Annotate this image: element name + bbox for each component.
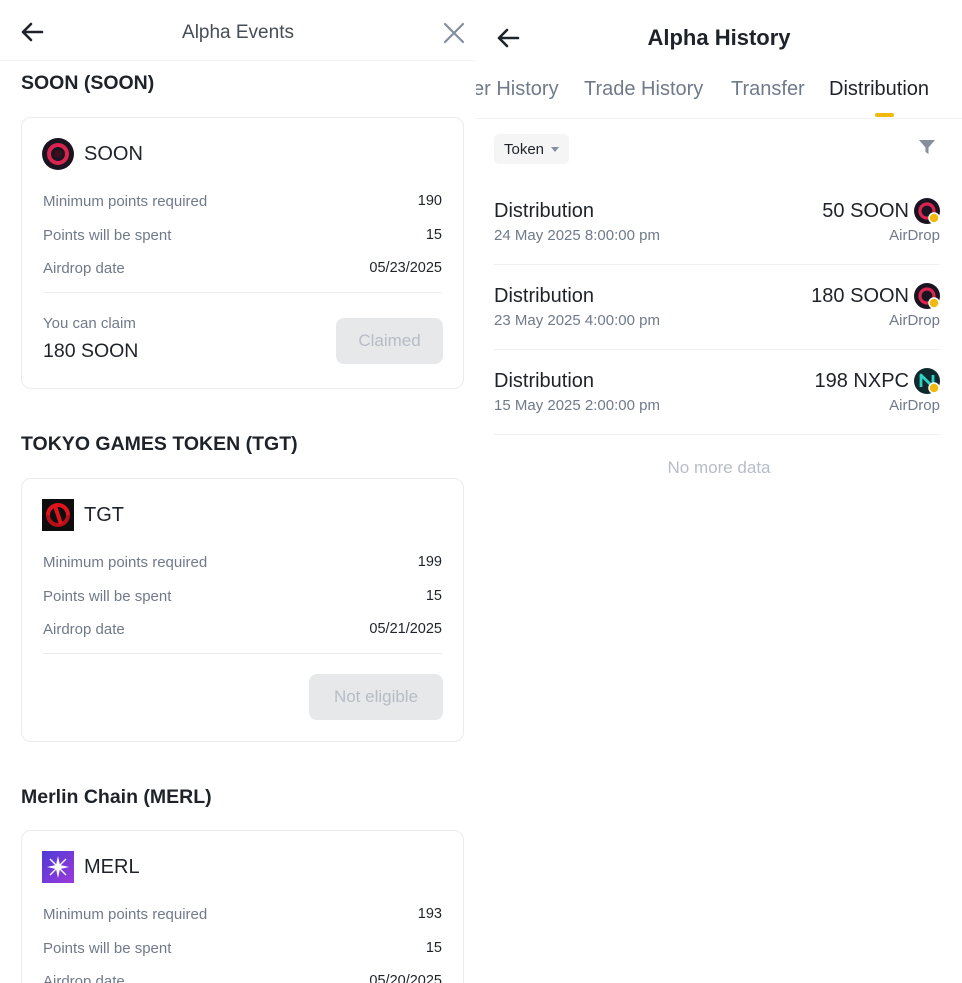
card-token-header: TGT [42,499,124,531]
points-spent-row: Points will be spent 15 [43,224,442,246]
row-label: Points will be spent [43,587,172,605]
caret-down-icon [551,146,560,152]
event-title-tgt: TOKYO GAMES TOKEN (TGT) [21,433,298,455]
row-value: 15 [425,227,442,243]
alpha-history-panel: Alpha History er History Trade History T… [476,0,962,983]
soon-token-icon [42,138,74,170]
row-value: 193 [417,906,442,922]
token-filter-dropdown[interactable]: Token [494,134,570,164]
claimed-button[interactable]: Claimed [336,318,443,364]
list-divider [494,264,940,265]
row-label: Points will be spent [43,939,172,957]
history-item[interactable]: Distribution 23 May 2025 4:00:00 pm 180 … [494,283,940,370]
list-divider [494,349,940,350]
min-points-row: Minimum points required 193 [43,903,442,925]
card-token-header: MERL [42,851,140,883]
tab-order-history[interactable]: er History [476,78,559,101]
token-filter-label: Token [504,140,545,158]
row-label: Airdrop date [43,620,125,638]
row-label: Minimum points required [43,905,208,923]
row-value: 190 [417,193,442,209]
row-value: 15 [425,588,442,604]
history-item[interactable]: Distribution 24 May 2025 8:00:00 pm 50 S… [494,198,940,285]
event-card-tgt: TGT Minimum points required 199 Points w… [21,478,464,742]
row-value: 199 [417,554,442,570]
airdrop-date-row: Airdrop date 05/23/2025 [43,257,442,279]
page-title: Alpha Events [182,22,294,43]
airdrop-date-row: Airdrop date 05/20/2025 [43,970,442,983]
token-name: TGT [84,503,124,526]
header-divider [0,60,476,61]
history-type: Distribution [494,285,595,307]
token-name: SOON [84,142,143,165]
soon-token-icon [914,283,940,309]
list-divider [494,434,940,435]
row-value: 15 [425,940,442,956]
alpha-events-panel: Alpha Events SOON (SOON) SOON Minimum po… [0,0,476,983]
min-points-row: Minimum points required 199 [43,551,442,573]
row-label: Minimum points required [43,192,208,210]
row-label: Airdrop date [43,259,125,277]
active-tab-indicator [875,113,894,117]
points-spent-row: Points will be spent 15 [43,585,442,607]
close-icon[interactable] [441,20,467,46]
event-title-soon: SOON (SOON) [21,72,155,94]
soon-token-icon [914,198,940,224]
row-value: 05/20/2025 [369,973,442,983]
card-divider [43,653,442,654]
min-points-row: Minimum points required 190 [43,190,442,212]
history-method: AirDrop [889,227,940,244]
merl-token-icon [42,851,74,883]
not-eligible-button[interactable]: Not eligible [309,674,443,720]
history-date: 23 May 2025 4:00:00 pm [494,312,660,329]
event-card-merl: MERL Minimum points required 193 Points … [21,830,464,983]
no-more-data-text: No more data [667,458,771,477]
nxpc-token-icon [914,368,940,394]
page-title: Alpha History [647,25,791,50]
tab-distribution[interactable]: Distribution [829,78,929,101]
tabs-divider [476,118,962,119]
claim-amount: 180 SOON [43,340,139,362]
event-card-soon: SOON Minimum points required 190 Points … [21,117,464,389]
row-label: Points will be spent [43,226,172,244]
token-name: MERL [84,855,140,878]
airdrop-date-row: Airdrop date 05/21/2025 [43,618,442,640]
history-item[interactable]: Distribution 15 May 2025 2:00:00 pm 198 … [494,368,940,455]
history-type: Distribution [494,200,595,222]
event-title-merl: Merlin Chain (MERL) [21,786,212,808]
row-label: Minimum points required [43,553,208,571]
history-method: AirDrop [889,312,940,329]
alpha-events-header: Alpha Events [0,0,476,62]
card-divider [43,292,442,293]
card-token-header: SOON [42,138,143,170]
history-method: AirDrop [889,397,940,414]
history-amount: 50 SOON [822,200,909,222]
row-label: Airdrop date [43,972,125,983]
claim-label: You can claim [43,315,136,332]
history-type: Distribution [494,370,595,392]
history-amount: 198 NXPC [814,370,910,392]
row-value: 05/23/2025 [369,260,442,276]
tab-trade-history[interactable]: Trade History [584,78,703,101]
history-tabs: er History Trade History Transfer Distri… [476,78,962,112]
points-spent-row: Points will be spent 15 [43,937,442,959]
history-date: 24 May 2025 8:00:00 pm [494,227,660,244]
filter-icon[interactable] [917,137,937,157]
tgt-token-icon [42,499,74,531]
history-date: 15 May 2025 2:00:00 pm [494,397,660,414]
tab-transfer[interactable]: Transfer [731,78,805,101]
history-amount: 180 SOON [811,285,909,307]
row-value: 05/21/2025 [369,621,442,637]
